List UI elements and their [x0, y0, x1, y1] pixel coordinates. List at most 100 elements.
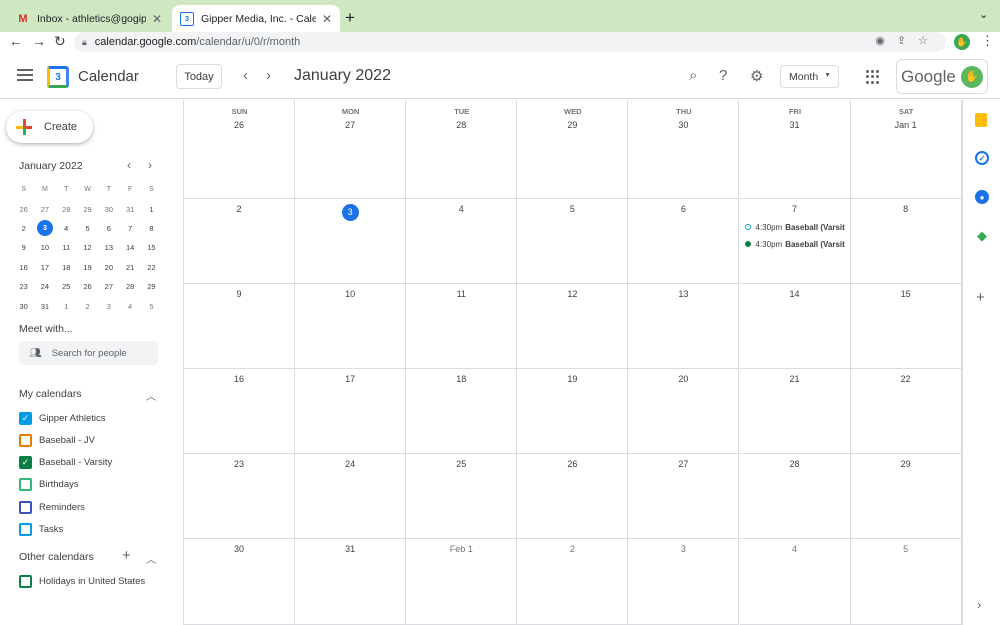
day-cell[interactable]: 4: [739, 539, 851, 625]
mini-day[interactable]: 28: [56, 205, 77, 214]
menu-icon[interactable]: [17, 69, 33, 81]
add-calendar-icon[interactable]: +: [122, 547, 131, 564]
chevron-right-icon[interactable]: ›: [266, 67, 271, 84]
day-number[interactable]: 30: [184, 544, 294, 554]
checkbox-checked-icon[interactable]: ✓: [19, 456, 32, 470]
keep-icon[interactable]: [975, 113, 987, 127]
calendar-event[interactable]: 4:30pm Baseball (Varsity: [744, 237, 845, 251]
day-cell[interactable]: 2: [517, 539, 629, 625]
mini-day[interactable]: 24: [34, 282, 55, 291]
forward-arrow-icon[interactable]: →: [32, 33, 46, 49]
day-number[interactable]: 28: [406, 120, 516, 130]
close-icon[interactable]: ✕: [152, 12, 162, 26]
day-cell[interactable]: 14: [739, 284, 851, 369]
day-cell[interactable]: 8: [850, 199, 962, 284]
checkbox-icon[interactable]: [19, 433, 32, 447]
mini-day[interactable]: 7: [119, 224, 140, 233]
day-number[interactable]: 4: [740, 544, 850, 554]
day-number[interactable]: Jan 1: [851, 120, 961, 130]
star-icon[interactable]: ☆: [918, 35, 940, 47]
mini-day[interactable]: 31: [34, 302, 55, 311]
mini-day[interactable]: 17: [34, 263, 55, 272]
mini-day[interactable]: 2: [13, 224, 34, 233]
day-number[interactable]: 5: [851, 544, 961, 554]
tab-calendar[interactable]: 3 Gipper Media, Inc. - Calendar - Januar…: [172, 5, 340, 32]
day-number[interactable]: 2: [517, 544, 627, 554]
day-cell[interactable]: 27: [295, 100, 407, 199]
day-cell[interactable]: 29: [850, 454, 962, 539]
day-cell[interactable]: 3: [295, 199, 407, 284]
day-number[interactable]: 17: [295, 374, 405, 384]
account-badge[interactable]: Google ✋: [896, 59, 988, 94]
day-number[interactable]: 4: [406, 204, 516, 214]
search-people-input[interactable]: 👥︎ Search for people: [19, 341, 158, 365]
mini-day[interactable]: 13: [98, 243, 119, 252]
address-bar-actions[interactable]: ◉⇪☆: [875, 34, 940, 47]
reload-icon[interactable]: ↻: [54, 33, 66, 50]
mini-day[interactable]: 30: [13, 302, 34, 311]
mini-day[interactable]: 21: [119, 263, 140, 272]
day-cell[interactable]: Feb 1: [406, 539, 518, 625]
day-number[interactable]: 14: [740, 289, 850, 299]
day-cell[interactable]: 23: [184, 454, 296, 539]
day-cell[interactable]: 7 4:30pm Baseball (Varsity 4:30pm Baseball (…: [739, 199, 851, 284]
day-cell[interactable]: 10: [295, 284, 407, 369]
day-number[interactable]: 12: [517, 289, 627, 299]
extension-icon[interactable]: ✋: [954, 34, 970, 50]
mini-day[interactable]: 12: [77, 243, 98, 252]
mini-day[interactable]: 16: [13, 263, 34, 272]
mini-day[interactable]: 10: [34, 243, 55, 252]
day-cell[interactable]: 6: [628, 199, 740, 284]
day-number[interactable]: 11: [406, 289, 516, 299]
mini-day[interactable]: 5: [141, 302, 162, 311]
eye-icon[interactable]: ◉: [875, 35, 897, 47]
day-number[interactable]: 31: [295, 544, 405, 554]
day-cell[interactable]: 19: [517, 369, 629, 454]
day-number[interactable]: 25: [406, 459, 516, 469]
mini-day[interactable]: 1: [56, 302, 77, 311]
day-cell[interactable]: 21: [739, 369, 851, 454]
day-number[interactable]: 26: [184, 120, 294, 130]
calendar-item[interactable]: Reminders: [19, 499, 85, 515]
chevron-left-icon[interactable]: ‹: [127, 158, 131, 172]
share-icon[interactable]: ⇪: [897, 35, 918, 47]
day-cell[interactable]: 31: [739, 100, 851, 199]
checkbox-icon[interactable]: [19, 478, 32, 492]
help-icon[interactable]: ?: [719, 67, 727, 84]
day-number[interactable]: 22: [851, 374, 961, 384]
calendar-event[interactable]: 4:30pm Baseball (Varsity: [744, 220, 845, 234]
day-cell[interactable]: 18: [406, 369, 518, 454]
day-cell[interactable]: 12: [517, 284, 629, 369]
mini-day[interactable]: 29: [141, 282, 162, 291]
mini-day[interactable]: 9: [13, 243, 34, 252]
day-cell[interactable]: 3: [628, 539, 740, 625]
day-cell[interactable]: 11: [406, 284, 518, 369]
maps-icon[interactable]: ◆: [975, 228, 989, 243]
day-number[interactable]: 27: [628, 459, 738, 469]
gear-icon[interactable]: ⚙: [750, 67, 763, 85]
calendar-item[interactable]: ✓ Baseball - Varsity: [19, 455, 112, 471]
day-cell[interactable]: 24: [295, 454, 407, 539]
mini-day[interactable]: 14: [119, 243, 140, 252]
day-cell[interactable]: 9: [184, 284, 296, 369]
mini-day[interactable]: 27: [34, 205, 55, 214]
today-button[interactable]: Today: [176, 64, 222, 89]
search-icon[interactable]: ⌕: [689, 67, 697, 84]
day-cell[interactable]: 31: [295, 539, 407, 625]
contacts-icon[interactable]: ●: [975, 190, 989, 204]
day-number[interactable]: 20: [628, 374, 738, 384]
mini-day[interactable]: 6: [98, 224, 119, 233]
day-number[interactable]: 6: [628, 204, 738, 214]
day-number[interactable]: 29: [851, 459, 961, 469]
chevron-up-icon[interactable]: ︿: [146, 388, 156, 403]
view-selector[interactable]: Month ▼: [780, 65, 839, 88]
day-cell[interactable]: 29: [517, 100, 629, 199]
day-number[interactable]: 28: [740, 459, 850, 469]
day-cell[interactable]: 27: [628, 454, 740, 539]
tab-inbox[interactable]: M Inbox - athletics@gogipper.com ✕: [8, 5, 170, 32]
calendar-item[interactable]: ✓ Gipper Athletics: [19, 410, 106, 426]
mini-day-today[interactable]: 3: [34, 220, 55, 237]
chevron-left-icon[interactable]: ‹: [243, 67, 248, 84]
day-cell[interactable]: 5: [850, 539, 962, 625]
mini-day[interactable]: 1: [141, 205, 162, 214]
